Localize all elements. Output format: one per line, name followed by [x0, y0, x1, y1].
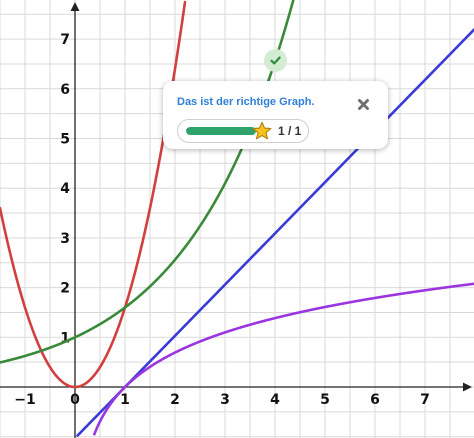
star-icon [252, 121, 272, 140]
check-icon [270, 56, 281, 65]
x-tick-label: −1 [14, 392, 35, 408]
function-graph[interactable]: −1 0 1 2 3 4 5 6 7 1 2 3 4 5 6 7 [0, 0, 474, 438]
feedback-message: Das ist der richtige Graph. [177, 96, 315, 108]
feedback-popup: Das ist der richtige Graph. 1 / 1 [163, 81, 388, 149]
x-tick-labels: −1 0 1 2 3 4 5 6 7 [14, 392, 430, 408]
y-tick-label: 5 [60, 132, 70, 148]
progress-bar [186, 127, 256, 135]
x-tick-label: 5 [320, 392, 330, 408]
check-badge [264, 49, 287, 72]
y-tick-labels: 1 2 3 4 5 6 7 [60, 32, 70, 346]
green-exponential-curve[interactable] [0, 0, 295, 364]
x-tick-label: 2 [170, 392, 180, 408]
grid [0, 0, 474, 438]
x-tick-label: 7 [420, 392, 430, 408]
y-axis-arrow [70, 2, 80, 11]
progress-count: 1 / 1 [278, 124, 302, 138]
close-icon [357, 98, 369, 110]
y-tick-label: 6 [60, 82, 70, 98]
y-tick-label: 3 [60, 231, 70, 247]
x-tick-label: 1 [120, 392, 130, 408]
x-axis-arrow [463, 382, 472, 392]
progress-bar-fill [186, 127, 256, 135]
y-tick-label: 7 [60, 32, 70, 48]
x-tick-label: 4 [270, 392, 280, 408]
x-tick-label: 0 [70, 392, 80, 408]
axes [0, 2, 472, 438]
y-tick-label: 2 [60, 281, 70, 297]
progress-indicator: 1 / 1 [177, 119, 309, 143]
y-tick-label: 4 [60, 181, 70, 197]
close-button[interactable] [356, 97, 370, 111]
x-tick-label: 6 [370, 392, 380, 408]
x-tick-label: 3 [220, 392, 230, 408]
